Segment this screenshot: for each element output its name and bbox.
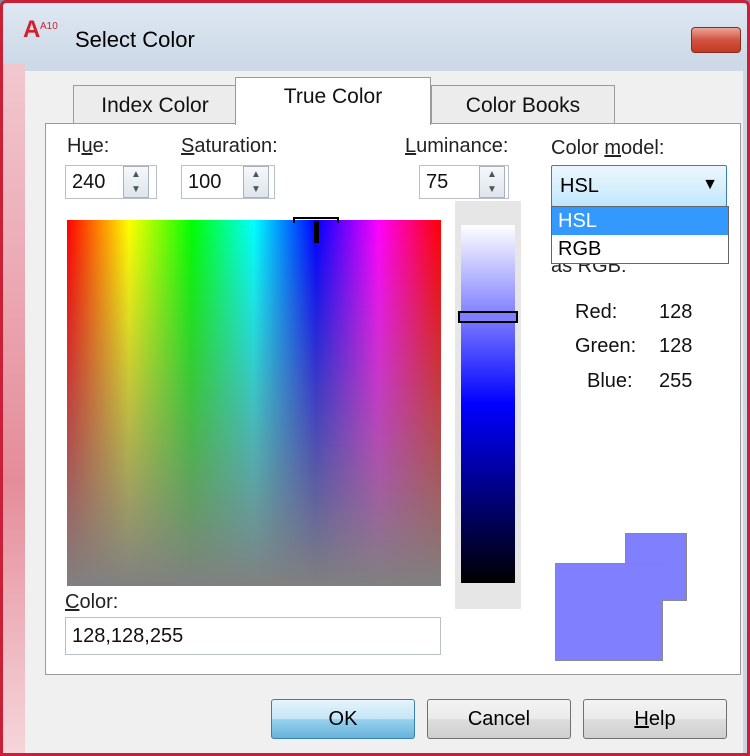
help-button-label: Help — [634, 707, 676, 730]
tab-index-color[interactable]: Index Color — [73, 85, 237, 125]
dropdown-option-hsl[interactable]: HSL — [552, 207, 728, 235]
green-label: Green: — [575, 335, 637, 357]
window-title: Select Color — [75, 27, 195, 52]
color-field-crosshair-stem[interactable] — [314, 221, 319, 243]
spin-down-icon[interactable]: ▼ — [480, 182, 504, 197]
luminance-slider-bar[interactable] — [461, 225, 515, 583]
hue-saturation-color-field[interactable] — [67, 220, 441, 586]
tab-label: Index Color — [101, 93, 209, 117]
luminance-slider-thumb[interactable] — [458, 311, 518, 323]
red-label: Red: — [575, 301, 618, 323]
saturation-spinner[interactable]: ▲ ▼ — [243, 166, 269, 198]
color-model-select[interactable]: HSL ▼ — [551, 165, 727, 207]
spin-down-icon[interactable]: ▼ — [244, 182, 268, 197]
window-edge-decoration — [3, 63, 25, 753]
red-value: 128 — [659, 301, 693, 323]
color-value-text: 128,128,255 — [72, 624, 184, 647]
color-model-selected: HSL — [560, 174, 599, 197]
luminance-spinner[interactable]: ▲ ▼ — [479, 166, 505, 198]
tab-true-color[interactable]: True Color — [235, 77, 431, 125]
green-value: 128 — [659, 335, 693, 357]
color-model-dropdown[interactable]: HSL RGB — [551, 206, 729, 264]
hue-value: 240 — [72, 170, 106, 193]
cancel-button[interactable]: Cancel — [427, 699, 571, 739]
tab-color-books[interactable]: Color Books — [431, 85, 615, 125]
dialog-window: A A10 Select Color Index Color True Colo… — [0, 0, 750, 756]
app-icon-version: A10 — [40, 21, 58, 32]
autocad-app-icon: A A10 — [23, 16, 58, 43]
close-button[interactable] — [691, 27, 741, 53]
color-model-label: Color model: — [551, 137, 665, 159]
svg-text:A: A — [23, 16, 40, 43]
tab-label: Color Books — [465, 93, 581, 117]
ok-button[interactable]: OK — [271, 699, 415, 739]
blue-value: 255 — [659, 370, 693, 392]
swatch-overlap — [626, 564, 686, 600]
spin-down-icon[interactable]: ▼ — [124, 182, 148, 197]
saturation-label: Saturation: — [181, 135, 278, 157]
luminance-value: 75 — [426, 170, 449, 193]
chevron-down-icon[interactable]: ▼ — [702, 176, 718, 194]
cancel-button-label: Cancel — [467, 707, 531, 730]
spin-up-icon[interactable]: ▲ — [244, 167, 268, 182]
luminance-label: Luminance: — [405, 135, 509, 157]
help-button[interactable]: Help — [583, 699, 727, 739]
saturation-value: 100 — [188, 170, 222, 193]
tab-label: True Color — [283, 84, 383, 108]
dropdown-option-rgb[interactable]: RGB — [552, 235, 728, 263]
hue-label: Hue: — [67, 135, 110, 157]
spin-up-icon[interactable]: ▲ — [124, 167, 148, 182]
color-label: Color: — [65, 591, 119, 613]
color-value-input[interactable]: 128,128,255 — [65, 617, 441, 655]
ok-button-label: OK — [328, 707, 358, 730]
blue-label: Blue: — [587, 370, 633, 392]
hue-spinner[interactable]: ▲ ▼ — [123, 166, 149, 198]
spin-up-icon[interactable]: ▲ — [480, 167, 504, 182]
